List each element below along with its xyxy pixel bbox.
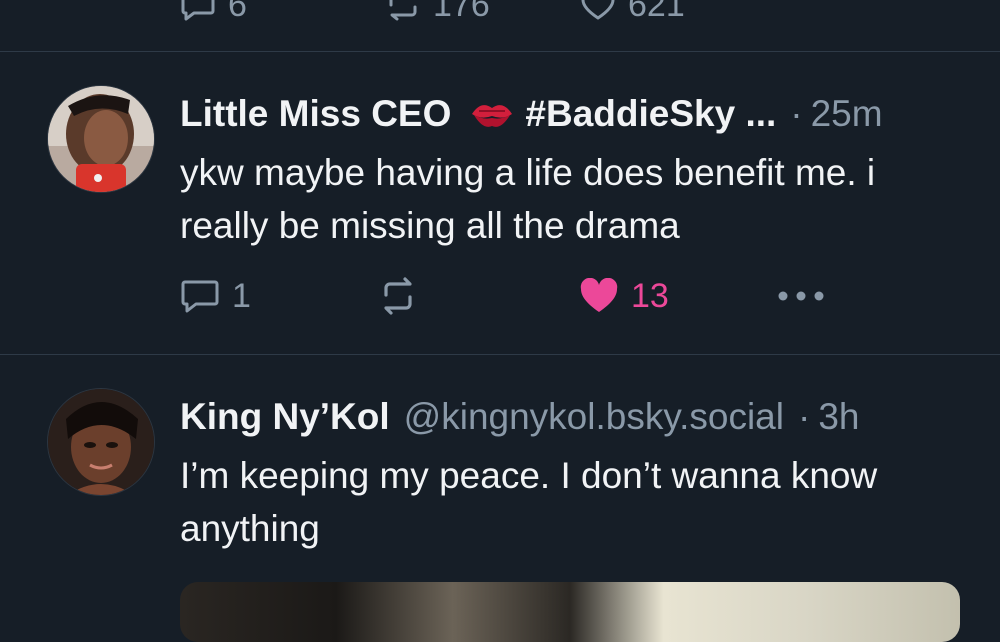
post-feed: 6 176 621 Little Miss CEO #BaddieSky ...… xyxy=(0,0,1000,642)
post-media-image[interactable] xyxy=(180,582,960,642)
kiss-mark-icon xyxy=(469,96,515,132)
post-text: I’m keeping my peace. I don’t wanna know… xyxy=(180,455,878,549)
post-header: Little Miss CEO #BaddieSky ... · 25m xyxy=(180,92,883,136)
handle[interactable]: #BaddieSky ... xyxy=(525,92,776,136)
reply-icon xyxy=(181,280,219,313)
heart-filled-icon xyxy=(580,278,618,312)
like-count: 13 xyxy=(631,276,669,315)
like-button[interactable]: 13 xyxy=(579,276,669,316)
more-icon xyxy=(778,291,824,301)
reply-count: 6 xyxy=(228,0,247,24)
previous-post-actions: 6 176 621 xyxy=(180,0,740,24)
timestamp[interactable]: 25m xyxy=(811,92,883,136)
repost-count: 176 xyxy=(433,0,490,24)
reply-button[interactable]: 1 xyxy=(180,276,251,316)
post-header: King Ny’Kol @kingnykol.bsky.social · 3h xyxy=(180,395,860,439)
repost-button[interactable] xyxy=(380,276,416,316)
like-count: 621 xyxy=(628,0,685,24)
display-name[interactable]: King Ny’Kol xyxy=(180,395,390,439)
handle[interactable]: @kingnykol.bsky.social xyxy=(404,395,784,439)
more-options-button[interactable] xyxy=(777,276,825,316)
heart-outline-icon xyxy=(581,0,615,19)
avatar-image xyxy=(48,389,154,495)
avatar[interactable] xyxy=(47,388,155,496)
repost-icon xyxy=(384,277,412,315)
post-actions: 1 13 xyxy=(180,276,840,316)
repost-icon xyxy=(389,0,417,20)
display-name[interactable]: Little Miss CEO xyxy=(180,92,451,136)
post-item[interactable]: King Ny’Kol @kingnykol.bsky.social · 3h … xyxy=(0,355,1000,605)
avatar-image xyxy=(48,86,154,192)
post-item[interactable]: Little Miss CEO #BaddieSky ... · 25m ykw… xyxy=(0,52,1000,354)
repost-button[interactable]: 176 xyxy=(385,0,490,25)
post-text: ykw maybe having a life does benefit me.… xyxy=(180,152,876,246)
reply-count: 1 xyxy=(232,276,251,315)
like-button[interactable]: 621 xyxy=(580,0,685,25)
avatar[interactable] xyxy=(47,85,155,193)
reply-icon xyxy=(181,0,215,20)
timestamp[interactable]: 3h xyxy=(818,395,859,439)
reply-button[interactable]: 6 xyxy=(180,0,247,25)
